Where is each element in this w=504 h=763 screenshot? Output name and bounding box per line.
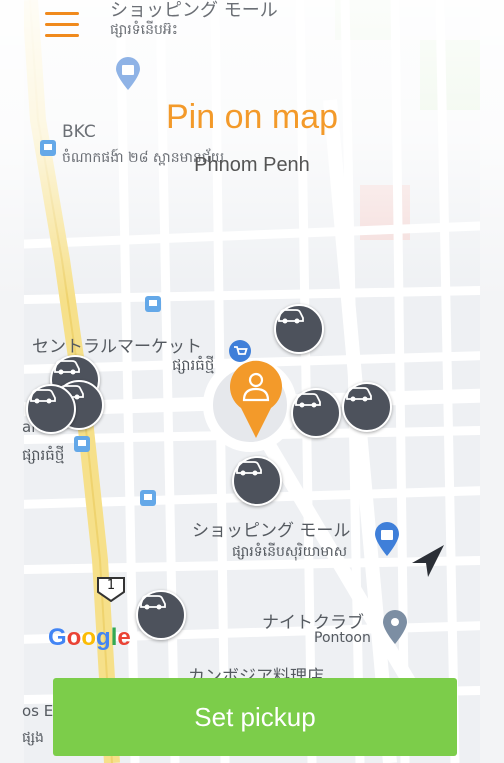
car-icon xyxy=(278,309,304,324)
car-marker[interactable] xyxy=(232,456,282,506)
map-label-central-market: セントラルマーケット xyxy=(32,337,202,357)
map-label-central-market-khmer: ផ្សារធំថ្មី xyxy=(172,356,215,374)
map-label-top-mall-khmer: ផ្សារទំនើបអ៊ះ xyxy=(110,22,178,38)
car-icon xyxy=(140,595,166,610)
map-label-pontoon: Pontoon xyxy=(314,630,371,646)
map-label-bottom-left-khmer: ផ្សង xyxy=(22,730,44,746)
car-icon xyxy=(30,389,56,404)
map-label-mall-khmer: ផ្សារទំនើបសុរិយាមាស xyxy=(232,544,348,560)
set-pickup-button[interactable]: Set pickup xyxy=(53,678,457,756)
car-icon xyxy=(54,360,80,375)
car-icon xyxy=(236,461,262,476)
map-label-mall: ショッピング モール xyxy=(192,521,351,541)
car-icon xyxy=(295,393,321,408)
page-title: Pin on map xyxy=(166,98,338,136)
pickup-pin[interactable] xyxy=(229,360,283,438)
hamburger-menu-button[interactable] xyxy=(45,10,81,40)
car-marker[interactable] xyxy=(136,590,186,640)
route-number: 1 xyxy=(106,578,116,593)
map-label-left-khmer: ផ្សារធំថ្មី xyxy=(22,446,65,464)
person-pin-icon xyxy=(230,360,282,438)
car-marker[interactable] xyxy=(26,384,76,434)
city-subtitle: Phnom Penh xyxy=(194,154,310,176)
map-label-bottom-left: os E xyxy=(22,702,54,720)
car-icon xyxy=(346,387,372,402)
map-label-top-mall: ショッピング モール xyxy=(110,0,278,21)
car-marker[interactable] xyxy=(274,304,324,354)
car-marker[interactable] xyxy=(342,382,392,432)
car-marker[interactable] xyxy=(291,388,341,438)
google-logo: Google xyxy=(48,624,131,651)
